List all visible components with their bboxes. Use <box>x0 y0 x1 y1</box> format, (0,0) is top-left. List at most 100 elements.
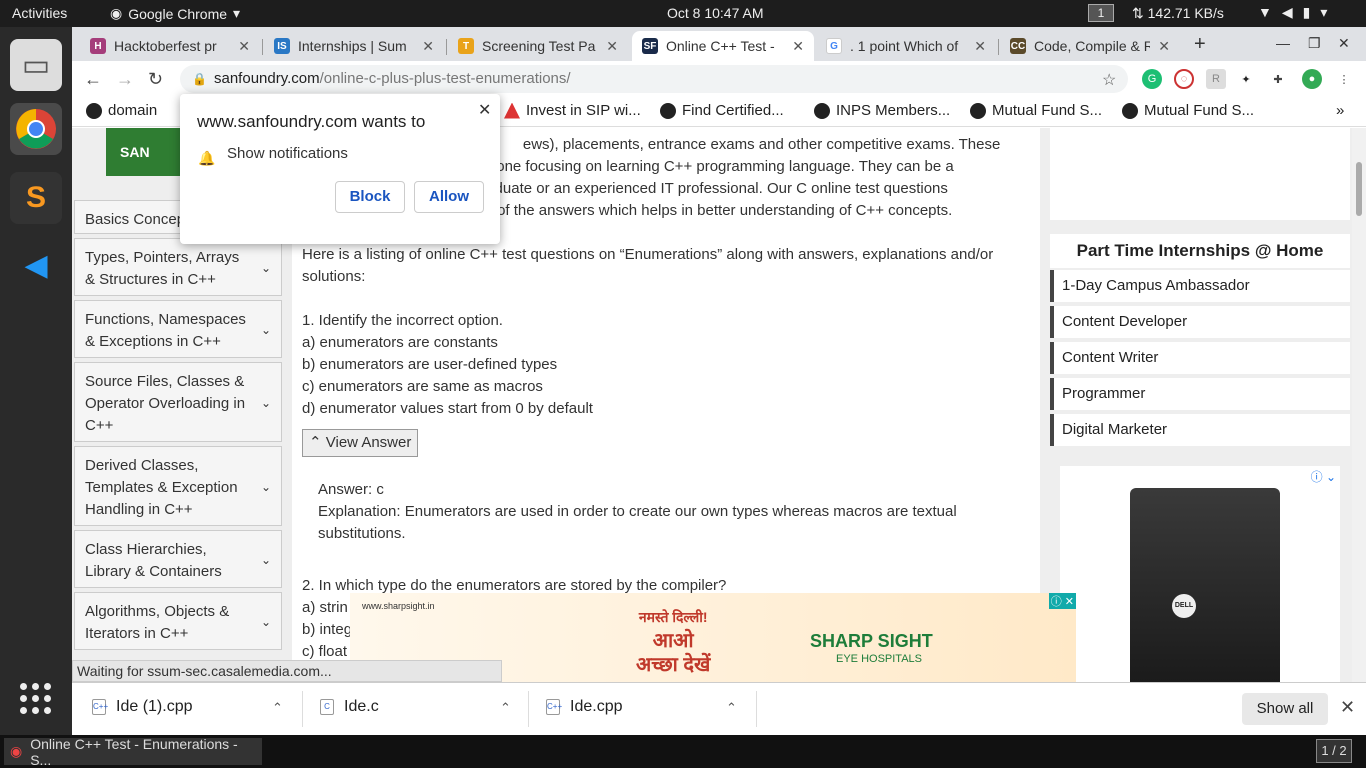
internship-link[interactable]: Content Developer <box>1050 306 1350 338</box>
show-applications-icon[interactable] <box>20 683 52 715</box>
address-bar[interactable]: 🔒 sanfoundry.com/online-c-plus-plus-test… <box>180 65 1128 93</box>
bookmarks-overflow-icon[interactable]: » <box>1336 102 1344 119</box>
tab-hacktoberfest[interactable]: H Hacktoberfest pr ✕ <box>80 31 260 61</box>
category-algorithms[interactable]: Algorithms, Objects & Iterators in C++ ⌄ <box>74 592 282 650</box>
warning-icon <box>504 102 520 119</box>
internship-link[interactable]: Content Writer <box>1050 342 1350 374</box>
globe-icon <box>814 102 830 119</box>
category-label: Algorithms, Objects & Iterators in C++ <box>85 603 230 642</box>
system-tray[interactable]: ▼ ◀ ▮ ▾ <box>1258 4 1327 21</box>
download-divider <box>528 691 529 727</box>
scrollbar-thumb[interactable] <box>1356 162 1362 216</box>
allow-button[interactable]: Allow <box>414 181 484 213</box>
close-tab-icon[interactable]: ✕ <box>422 38 434 55</box>
tab-title: Internships | Sum <box>298 38 407 54</box>
close-tab-icon[interactable]: ✕ <box>974 38 986 55</box>
extension-gray-icon[interactable]: R <box>1206 69 1226 89</box>
chevron-up-icon[interactable]: ⌃ <box>272 700 283 716</box>
close-tab-icon[interactable]: ✕ <box>238 38 250 55</box>
bookmark-domain[interactable]: domain <box>86 102 157 119</box>
ad-hindi-text: नमस्ते दिल्ली! आओ अच्छा देखें <box>636 605 710 677</box>
dell-desktop-ad[interactable]: ⓘ ⌄ DELL <box>1060 466 1340 682</box>
extension-bird-icon[interactable]: ✦ <box>1236 69 1256 89</box>
bookmark-mutual-fund-2[interactable]: Mutual Fund S... <box>1122 102 1254 119</box>
close-tab-icon[interactable]: ✕ <box>606 38 618 55</box>
download-item[interactable]: C Ide.c <box>320 698 379 716</box>
bookmark-inps-members[interactable]: INPS Members... <box>814 102 950 119</box>
close-icon[interactable]: ✕ <box>478 100 491 120</box>
ad-placeholder <box>1050 128 1350 220</box>
show-all-button[interactable]: Show all <box>1242 693 1328 725</box>
category-class-hierarchies[interactable]: Class Hierarchies, Library & Containers ⌄ <box>74 530 282 588</box>
category-derived-classes[interactable]: Derived Classes, Templates & Exception H… <box>74 446 282 526</box>
tab-title: Code, Compile & R <box>1034 38 1151 54</box>
page-scrollbar[interactable] <box>1352 128 1366 682</box>
ad-close-icon[interactable]: ⓘ ✕ <box>1048 593 1076 609</box>
tab-code-compile[interactable]: CC Code, Compile & R ✕ <box>1000 31 1180 61</box>
tab-google-form[interactable]: G . 1 point Which of ✕ <box>816 31 996 61</box>
tab-internships[interactable]: IS Internships | Sum ✕ <box>264 31 444 61</box>
download-item[interactable]: C++ Ide.cpp <box>546 698 622 716</box>
back-button[interactable]: ← <box>84 69 102 90</box>
chevron-down-icon: ⌄ <box>260 553 271 567</box>
option-1c: c) enumerators are same as macros <box>302 378 543 395</box>
close-tab-icon[interactable]: ✕ <box>792 38 804 55</box>
tab-online-cpp-test[interactable]: SF Online C++ Test - ✕ <box>632 31 814 61</box>
clock[interactable]: Oct 8 10:47 AM <box>667 5 764 21</box>
profile-avatar[interactable]: ● <box>1302 69 1322 89</box>
extension-red-icon[interactable]: ◌ <box>1174 69 1194 89</box>
vscode-icon[interactable]: ◀ <box>10 239 62 291</box>
downloads-bar: C++ Ide (1).cpp ⌃ C Ide.c ⌃ C++ Ide.cpp ⌃ S… <box>72 682 1366 735</box>
option-1a: a) enumerators are constants <box>302 334 498 351</box>
app-menu[interactable]: ◉ Google Chrome ▾ <box>110 5 240 22</box>
chevron-up-icon[interactable]: ⌃ <box>500 700 511 716</box>
taskbar-window-title: Online C++ Test - Enumerations - S... <box>30 735 238 768</box>
bookmark-invest-sip[interactable]: Invest in SIP wi... <box>504 102 641 119</box>
close-window-button[interactable]: ✕ <box>1338 35 1350 52</box>
chrome-small-icon: ◉ <box>110 5 123 21</box>
activities-button[interactable]: Activities <box>12 5 67 21</box>
popup-title: www.sanfoundry.com wants to <box>197 112 426 131</box>
bookmark-mutual-fund-1[interactable]: Mutual Fund S... <box>970 102 1102 119</box>
internships-heading: Part Time Internships @ Home <box>1050 234 1350 268</box>
extensions-puzzle-icon[interactable]: ✚ <box>1268 69 1288 89</box>
lock-icon[interactable]: 🔒 <box>192 65 207 93</box>
sublime-text-icon[interactable]: S <box>10 172 62 224</box>
codechef-icon: CC <box>1010 38 1026 54</box>
tab-screening-test[interactable]: T Screening Test Pa ✕ <box>448 31 628 61</box>
workspace-indicator[interactable]: 1 <box>1088 4 1114 22</box>
chrome-icon[interactable] <box>10 103 62 155</box>
tab-title: . 1 point Which of <box>850 38 959 54</box>
popup-message: Show notifications <box>227 145 348 162</box>
bookmark-star-icon[interactable]: ☆ <box>1102 70 1116 90</box>
grammarly-icon[interactable]: G <box>1142 69 1162 89</box>
chrome-menu-icon[interactable]: ⋮ <box>1334 69 1354 89</box>
view-answer-button[interactable]: ⌃ View Answer <box>302 429 419 457</box>
minimize-button[interactable]: — <box>1276 35 1290 51</box>
taskbar: ◉ Online C++ Test - Enumerations - S... … <box>0 735 1366 768</box>
maximize-button[interactable]: ❐ <box>1308 35 1321 52</box>
workspace-pager[interactable]: 1 / 2 <box>1316 739 1352 763</box>
category-source-files[interactable]: Source Files, Classes & Operator Overloa… <box>74 362 282 442</box>
chrome-small-icon: ◉ <box>10 743 23 759</box>
ad-info-icon[interactable]: ⓘ ⌄ <box>1311 468 1336 485</box>
internship-link[interactable]: 1-Day Campus Ambassador <box>1050 270 1350 302</box>
bookmark-label: INPS Members... <box>836 102 951 119</box>
internship-link[interactable]: Digital Marketer <box>1050 414 1350 446</box>
forward-button[interactable]: → <box>116 69 134 90</box>
files-icon[interactable]: ▭ <box>10 39 62 91</box>
taskbar-window-item[interactable]: ◉ Online C++ Test - Enumerations - S... <box>4 735 262 768</box>
category-types-pointers[interactable]: Types, Pointers, Arrays & Structures in … <box>74 238 282 296</box>
chevron-up-icon[interactable]: ⌃ <box>726 700 737 716</box>
new-tab-button[interactable]: + <box>1194 33 1206 56</box>
block-button[interactable]: Block <box>335 181 405 213</box>
close-tab-icon[interactable]: ✕ <box>1158 38 1170 55</box>
tab-strip: H Hacktoberfest pr ✕ IS Internships | Su… <box>72 27 1366 61</box>
bookmark-find-certified[interactable]: Find Certified... <box>660 102 784 119</box>
answer-text: Answer: c <box>318 481 384 498</box>
internship-link[interactable]: Programmer <box>1050 378 1350 410</box>
category-functions[interactable]: Functions, Namespaces & Exceptions in C+… <box>74 300 282 358</box>
reload-button[interactable]: ↻ <box>148 69 163 90</box>
close-downloads-icon[interactable]: ✕ <box>1340 697 1355 718</box>
download-item[interactable]: C++ Ide (1).cpp <box>92 698 192 716</box>
